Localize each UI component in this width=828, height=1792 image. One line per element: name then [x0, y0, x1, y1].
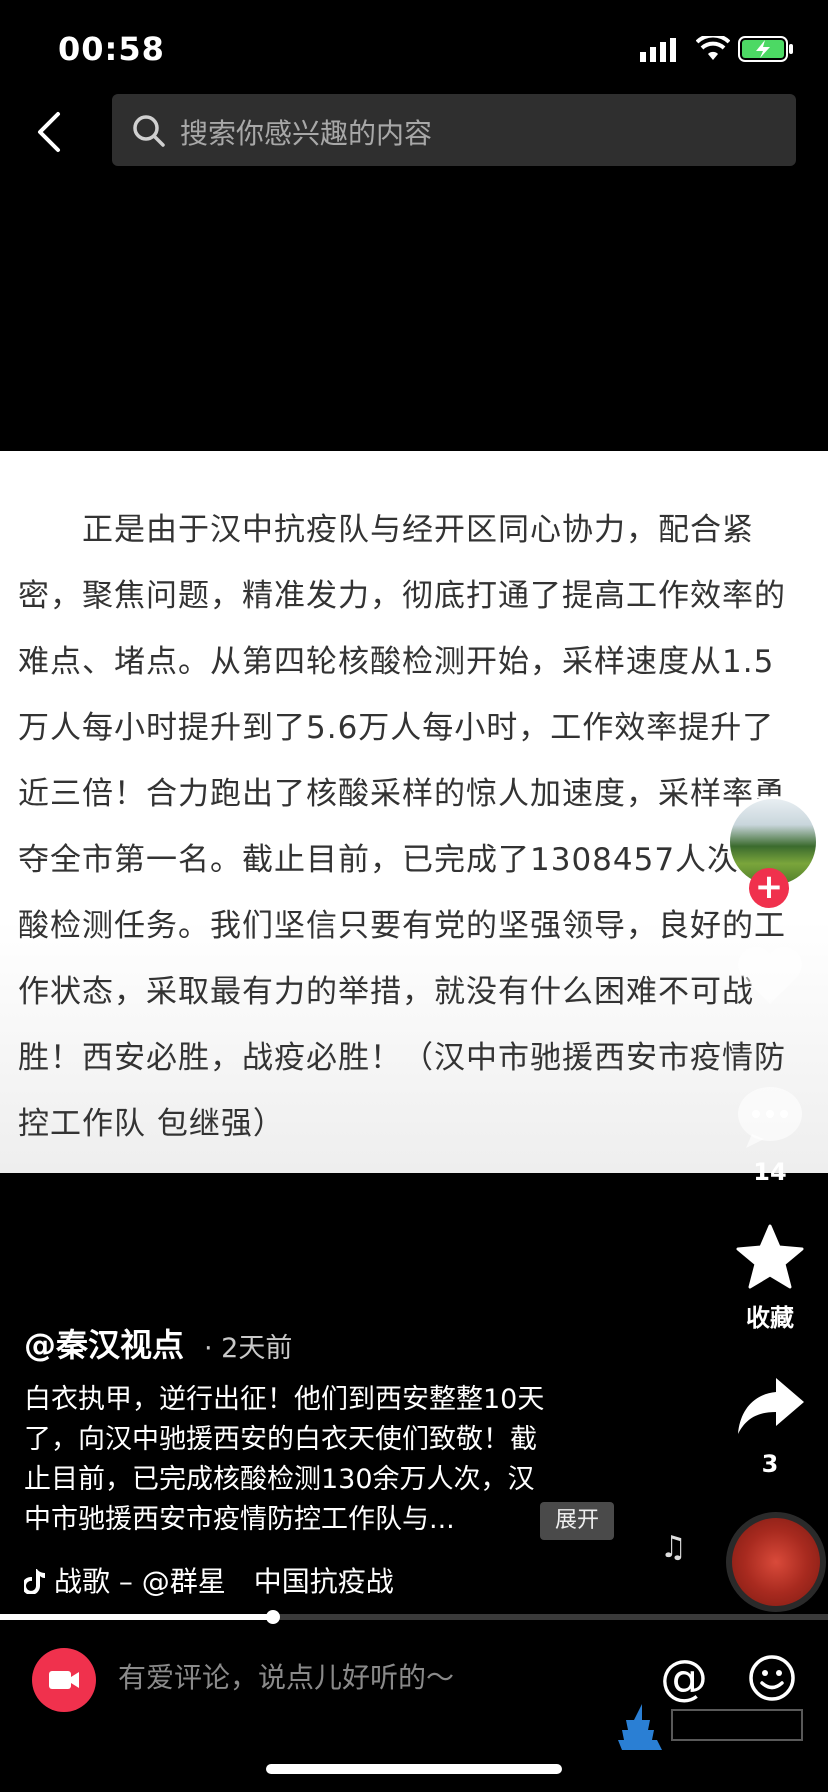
progress-knob[interactable] [266, 1610, 281, 1624]
search-bar[interactable]: 搜索你感兴趣的内容 [112, 94, 796, 166]
document-line: 难点、堵点。从第四轮核酸检测开始，采样速度从1.5 [18, 644, 775, 680]
document-line: 控工作队 包继强） [18, 1106, 285, 1142]
music-disc-icon[interactable] [726, 1512, 826, 1612]
document-line: 酸检测任务。我们坚信只要有党的坚强领导，良好的工 [18, 908, 786, 944]
home-indicator [266, 1764, 562, 1774]
watermark-logo-icon [618, 1704, 803, 1750]
status-time: 00:58 [58, 30, 165, 68]
status-bar: 00:58 [0, 0, 828, 100]
document-line: 万人每小时提升到了5.6万人每小时，工作效率提升了 [18, 710, 775, 746]
progress-fill [0, 1614, 274, 1620]
comment-input[interactable]: 有爱评论，说点儿好听的～ [118, 1656, 454, 1696]
document-text: 正是由于汉中抗疫队与经开区同心协力，配合紧 密，聚焦问题，精准发力，彻底打通了提… [18, 497, 818, 1157]
post-time: · 2天前 [204, 1333, 293, 1364]
search-icon [133, 115, 165, 147]
description-line: 止目前，已完成核酸检测130余万人次，汉 [24, 1464, 535, 1495]
music-notes-icon: ♫ [660, 1530, 687, 1565]
favorite-star-icon[interactable] [732, 1222, 808, 1292]
document-line: 正是由于汉中抗疫队与经开区同心协力，配合紧 [18, 512, 754, 548]
comment-count: 14 [753, 1158, 787, 1186]
share-count: 3 [761, 1450, 779, 1478]
document-line: 夺全市第一名。截止目前，已完成了1308457人次 [18, 842, 740, 878]
back-arrow-icon[interactable] [30, 110, 70, 154]
favorite-label: 收藏 [746, 1304, 794, 1332]
document-line: 近三倍！合力跑出了核酸采样的惊人加速度，采样率勇 [18, 776, 786, 812]
share-arrow-icon[interactable] [732, 1372, 808, 1442]
video-document-frame[interactable]: 正是由于汉中抗疫队与经开区同心协力，配合紧 密，聚焦问题，精准发力，彻底打通了提… [0, 451, 828, 1173]
video-comment-button[interactable] [32, 1648, 96, 1712]
music-info[interactable]: 战歌 – @群星 中国抗疫战 [24, 1560, 434, 1600]
description-line: 白衣执甲，逆行出征！他们到西安整整10天 [24, 1384, 545, 1415]
description-line: 中市驰援西安市疫情防控工作队与... [24, 1504, 455, 1535]
follow-plus-button[interactable]: + [749, 868, 789, 908]
tiktok-note-icon [24, 1569, 45, 1595]
video-camera-icon [49, 1671, 79, 1689]
author-name[interactable]: @秦汉视点 [24, 1320, 184, 1366]
document-line: 密，聚焦问题，精准发力，彻底打通了提高工作效率的 [18, 578, 786, 614]
cellular-signal-icon [640, 38, 676, 62]
like-heart-icon[interactable] [732, 940, 808, 1010]
wifi-icon [696, 36, 730, 60]
description-line: 了，向汉中驰援西安的白衣天使们致敬！截 [24, 1424, 537, 1455]
search-placeholder: 搜索你感兴趣的内容 [180, 117, 433, 150]
document-line: 胜！西安必胜，战疫必胜！（汉中市驰援西安市疫情防 [18, 1040, 786, 1076]
expand-button[interactable]: 展开 [540, 1502, 614, 1540]
battery-charging-icon [738, 36, 793, 62]
post-description[interactable]: 白衣执甲，逆行出征！他们到西安整整10天 了，向汉中驰援西安的白衣天使们致敬！截… [24, 1380, 624, 1540]
comment-bubble-icon[interactable] [732, 1082, 808, 1152]
music-title: 战歌 – @群星 中国抗疫战 [54, 1565, 394, 1598]
document-line: 作状态，采取最有力的举措，就没有什么困难不可战 [18, 974, 754, 1010]
